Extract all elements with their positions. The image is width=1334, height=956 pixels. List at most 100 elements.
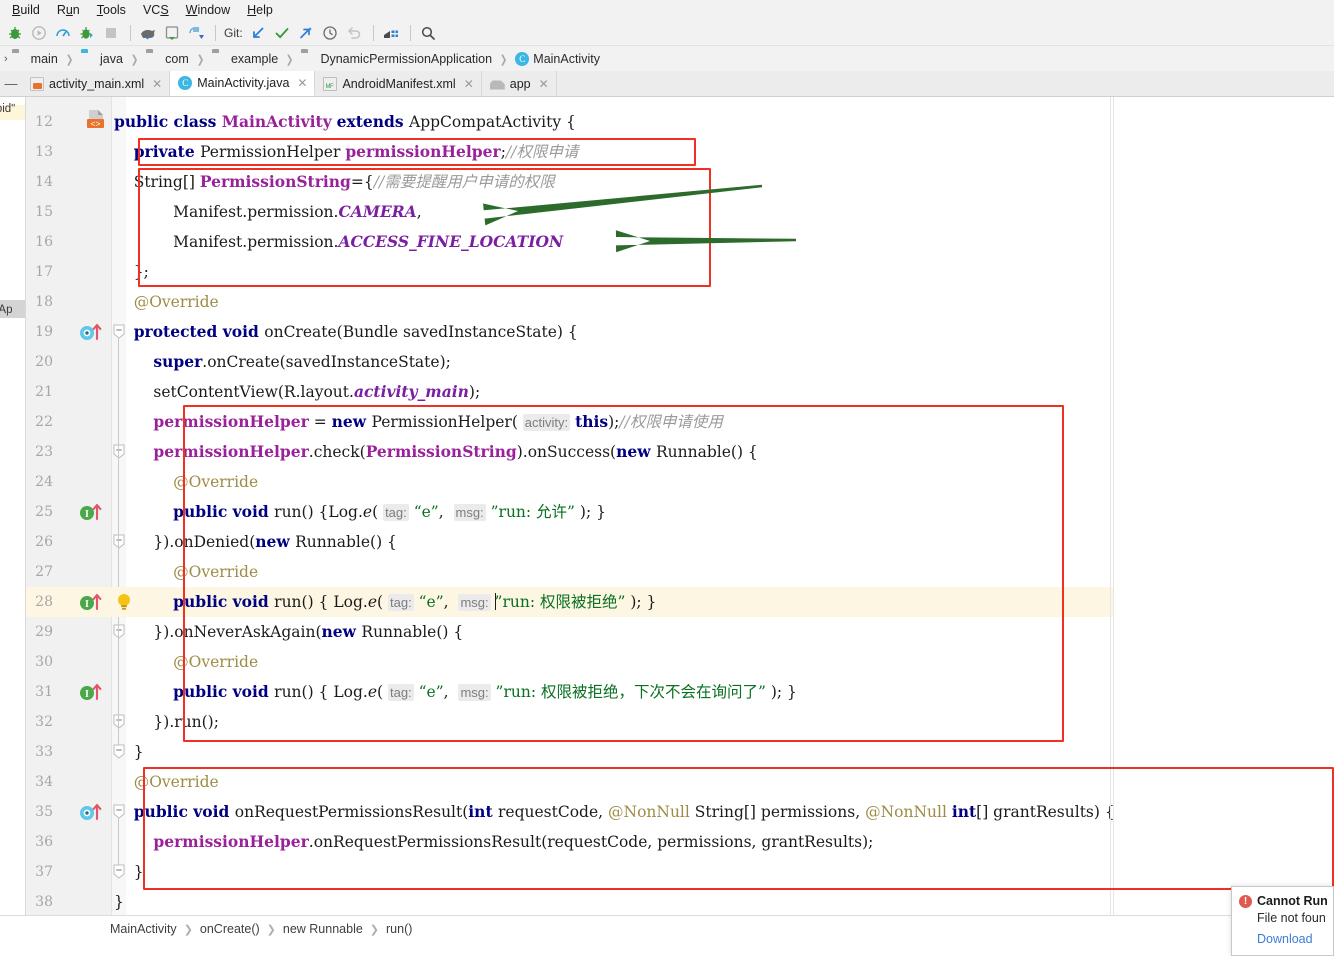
close-icon[interactable]: ✕ <box>539 77 549 91</box>
breadcrumb-item-root[interactable]: › <box>2 53 10 65</box>
java-class-icon: C <box>515 52 530 66</box>
tab-label: AndroidManifest.xml <box>342 76 456 91</box>
tab-activity-main-xml[interactable]: activity_main.xml ✕ <box>22 71 171 96</box>
sync-gradle-icon[interactable] <box>185 22 207 44</box>
code-editor[interactable]: roidʺ nAp 12 13 14 15 16 17 18 19 20 21 22 23 24 25 26… <box>0 97 1334 915</box>
code-line[interactable]: permissionHelper.check(PermissionString)… <box>114 437 757 467</box>
implements-method-icon[interactable]: I <box>78 589 108 619</box>
code-line[interactable]: Manifest.permission.CAMERA, <box>114 197 422 227</box>
project-tool-window-sliver[interactable]: roidʺ nAp <box>0 97 26 915</box>
code-line[interactable]: } <box>114 737 144 767</box>
tab-mainactivity-java[interactable]: C MainActivity.java ✕ <box>170 71 316 96</box>
line-number: 23 <box>35 444 53 460</box>
code-line[interactable]: } <box>114 887 124 917</box>
code-line[interactable]: } <box>114 857 144 887</box>
close-icon[interactable]: ✕ <box>152 77 162 91</box>
stop-icon <box>100 22 122 44</box>
git-commit-icon[interactable] <box>271 22 293 44</box>
project-structure-icon[interactable] <box>380 22 402 44</box>
menu-item-run[interactable]: Run <box>49 1 89 19</box>
menu-item-window[interactable]: Window <box>178 1 239 19</box>
git-update-icon[interactable] <box>247 22 269 44</box>
cannot-run-notification[interactable]: ! Cannot Run File not foun Download <box>1231 886 1334 956</box>
avd-manager-icon[interactable] <box>137 22 159 44</box>
search-everywhere-icon[interactable] <box>417 22 439 44</box>
svg-text:I: I <box>85 509 89 520</box>
structure-crumb-mainactivity[interactable]: MainActivity <box>110 922 177 936</box>
menu-item-build[interactable]: Build <box>4 1 49 19</box>
override-method-icon[interactable] <box>78 319 108 349</box>
breadcrumb-item-example[interactable]: example <box>210 52 280 66</box>
crumb-sep: ❯ <box>183 923 193 936</box>
class-bookmark-icon[interactable]: <> <box>82 108 112 138</box>
folder-icon <box>81 52 96 66</box>
structure-crumb-new-runnable[interactable]: new Runnable <box>283 922 363 936</box>
collapse-tabs-button[interactable]: — <box>0 71 22 96</box>
profile-icon[interactable] <box>52 22 74 44</box>
toolbar-separator-3 <box>372 24 374 41</box>
code-line[interactable]: }).onNeverAskAgain(new Runnable() { <box>114 617 463 647</box>
implements-method-icon[interactable]: I <box>78 499 108 529</box>
code-line[interactable]: @Override <box>114 467 258 497</box>
close-icon[interactable]: ✕ <box>464 77 474 91</box>
tab-app[interactable]: app ✕ <box>481 71 557 96</box>
menu-bar: Build Run Tools VCS Window Help <box>0 0 1334 20</box>
line-number: 15 <box>35 204 53 220</box>
code-line[interactable]: @Override <box>114 557 258 587</box>
code-line[interactable]: String[] PermissionString={//需要提醒用户申请的权限 <box>114 167 555 197</box>
breadcrumb-item-main[interactable]: main <box>10 52 60 66</box>
sliver-text-1: roidʺ <box>0 103 16 115</box>
download-link[interactable]: Download <box>1257 932 1333 946</box>
code-line[interactable]: }).run(); <box>114 707 219 737</box>
breadcrumb-separator: ❯ <box>196 53 205 66</box>
intention-bulb-icon[interactable] <box>114 591 134 621</box>
code-line[interactable]: public class MainActivity extends AppCom… <box>114 107 576 137</box>
code-line[interactable]: @Override <box>114 647 258 677</box>
menu-item-help[interactable]: Help <box>239 1 282 19</box>
editor-gutter[interactable]: 12 13 14 15 16 17 18 19 20 21 22 23 24 25 26 27 28 29 30 31… <box>26 97 112 915</box>
code-line[interactable]: @Override <box>114 767 219 797</box>
code-line[interactable]: permissionHelper.onRequestPermissionsRes… <box>114 827 873 857</box>
tab-androidmanifest-xml[interactable]: AndroidManifest.xml ✕ <box>315 71 482 96</box>
code-line[interactable]: @Override <box>114 287 219 317</box>
code-line[interactable]: Manifest.permission.ACCESS_FINE_LOCATION <box>114 227 563 257</box>
code-line[interactable]: super.onCreate(savedInstanceState); <box>114 347 450 377</box>
breadcrumb-item-package[interactable]: DynamicPermissionApplication <box>299 52 494 66</box>
folder-icon <box>212 52 227 66</box>
code-line[interactable]: }).onDenied(new Runnable() { <box>114 527 397 557</box>
code-line[interactable]: setContentView(R.layout.activity_main); <box>114 377 480 407</box>
git-history-icon[interactable] <box>319 22 341 44</box>
structure-crumb-run[interactable]: run() <box>386 922 412 936</box>
code-line[interactable]: private PermissionHelper permissionHelpe… <box>114 137 579 167</box>
svg-text:<>: <> <box>91 118 101 128</box>
tab-label: activity_main.xml <box>49 76 145 91</box>
implements-method-icon[interactable]: I <box>78 679 108 709</box>
line-number: 21 <box>35 384 53 400</box>
override-method-icon[interactable] <box>78 799 108 829</box>
code-line[interactable]: public void run() { Log.e( tag: “e”, msg… <box>114 677 797 707</box>
editor-right-margin-rule <box>1113 97 1114 915</box>
android-studio-window: Build Run Tools VCS Window Help Git: › m… <box>0 0 1334 956</box>
code-line[interactable]: protected void onCreate(Bundle savedInst… <box>114 317 578 347</box>
close-icon[interactable]: ✕ <box>297 76 307 90</box>
code-line[interactable]: public void run() { Log.e( tag: “e”, msg… <box>114 587 656 617</box>
line-number: 12 <box>35 114 53 130</box>
svg-text:I: I <box>85 689 89 700</box>
breadcrumb-item-mainactivity[interactable]: C MainActivity <box>513 52 602 66</box>
sdk-manager-icon[interactable] <box>161 22 183 44</box>
sliver-text-2: nAp <box>0 304 13 316</box>
code-line[interactable]: }; <box>114 257 149 287</box>
structure-crumb-oncreate[interactable]: onCreate() <box>200 922 260 936</box>
breadcrumb-item-com[interactable]: com <box>144 52 191 66</box>
debug-icon[interactable] <box>76 22 98 44</box>
git-push-icon[interactable] <box>295 22 317 44</box>
breadcrumb-item-java[interactable]: java <box>79 52 125 66</box>
code-content[interactable]: public class MainActivity extends AppCom… <box>112 97 1334 915</box>
menu-item-tools[interactable]: Tools <box>89 1 135 19</box>
menu-item-vcs[interactable]: VCS <box>135 1 178 19</box>
code-line[interactable]: public void onRequestPermissionsResult(i… <box>114 797 1115 827</box>
code-line[interactable]: public void run() {Log.e( tag: “e”, msg:… <box>114 497 606 527</box>
build-icon[interactable] <box>4 22 26 44</box>
code-line[interactable]: permissionHelper = new PermissionHelper(… <box>114 407 723 437</box>
run-icon[interactable] <box>28 22 50 44</box>
